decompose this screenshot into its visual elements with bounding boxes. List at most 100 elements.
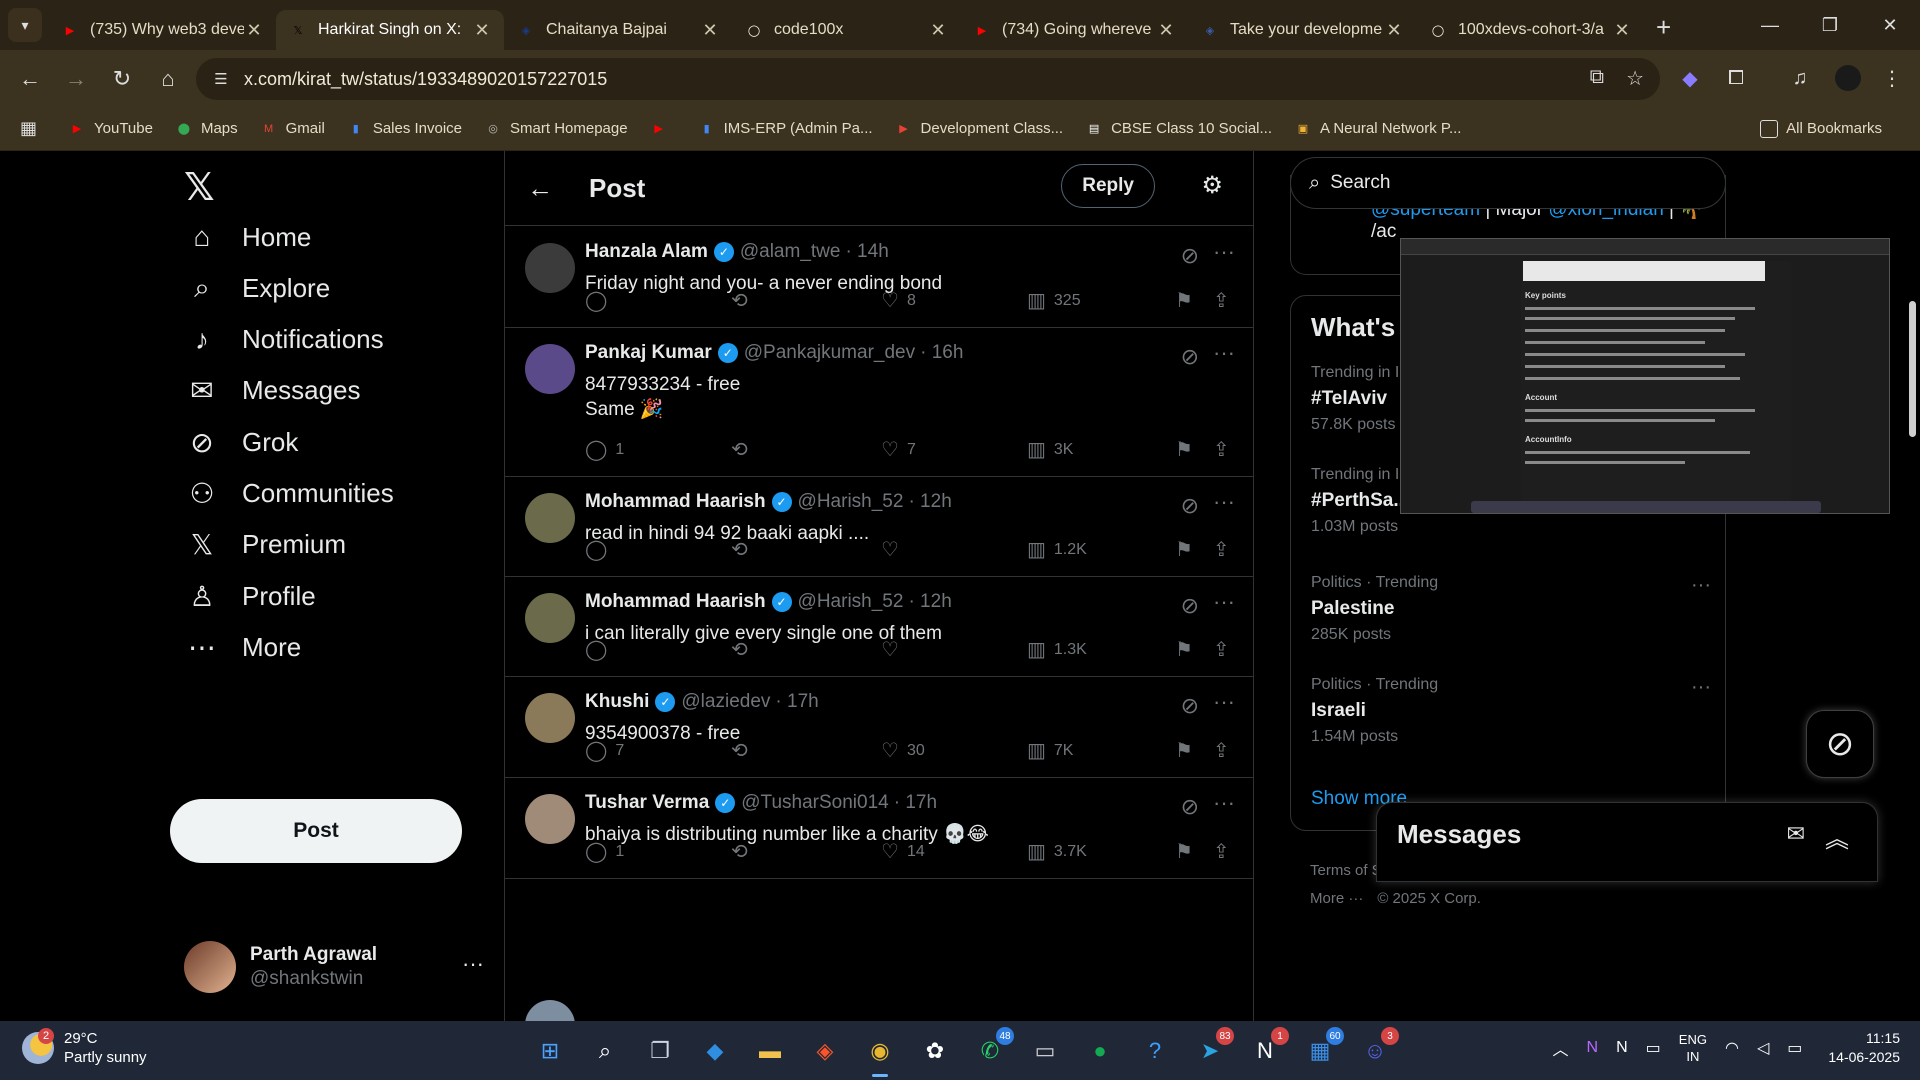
url-text[interactable]: x.com/kirat_tw/status/193348902015722701…: [244, 69, 607, 90]
brave-taskbar-button[interactable]: ◈: [803, 1029, 847, 1073]
extension-icon[interactable]: ◆: [1672, 60, 1708, 96]
more-dots-icon[interactable]: ···: [1213, 689, 1235, 715]
site-info-icon[interactable]: ☰: [206, 70, 236, 88]
reply-button[interactable]: ◯: [585, 537, 615, 562]
taskview-taskbar-button[interactable]: ❐: [638, 1029, 682, 1073]
mongodb-taskbar-button[interactable]: ●: [1078, 1029, 1122, 1073]
scrollbar[interactable]: [1904, 151, 1920, 1021]
table-row[interactable]: Tushar Verma ✓ @TusharSoni014 · 17h ⊘ ··· bhai…: [505, 778, 1253, 879]
views-button[interactable]: ▥ 7K: [1027, 738, 1073, 763]
new-tab-button[interactable]: +: [1656, 12, 1671, 43]
retweet-button[interactable]: ⟲: [731, 839, 756, 864]
reply-button[interactable]: ◯ 7: [585, 738, 624, 763]
x-logo-icon[interactable]: 𝕏: [184, 165, 215, 210]
language-indicator[interactable]: ENG IN: [1679, 1031, 1707, 1065]
minimize-button[interactable]: —: [1740, 0, 1800, 50]
avatar[interactable]: [525, 794, 575, 844]
search-input[interactable]: [1330, 172, 1691, 194]
chevron-up-icon[interactable]: ︿: [1553, 1036, 1569, 1060]
more-dots-icon[interactable]: ···: [1213, 489, 1235, 515]
nav-item-grok[interactable]: ⊘ Grok: [184, 414, 298, 470]
reply-button[interactable]: ◯: [585, 637, 615, 662]
volume-icon[interactable]: ◁: [1757, 1038, 1769, 1058]
address-bar[interactable]: ☰ x.com/kirat_tw/status/1933489020157227…: [196, 58, 1660, 100]
grok-icon[interactable]: ⊘: [1181, 593, 1199, 619]
close-icon[interactable]: ✕: [1156, 20, 1176, 41]
bookmark-star-icon[interactable]: ☆: [1626, 66, 1644, 91]
reply-button[interactable]: Reply: [1061, 164, 1155, 208]
filter-sliders-icon[interactable]: ⚙: [1201, 171, 1223, 200]
onenote-icon[interactable]: N: [1587, 1039, 1599, 1057]
avatar[interactable]: [525, 493, 575, 543]
tweet-time[interactable]: · 17h: [775, 691, 818, 713]
forward-button[interactable]: →: [56, 59, 96, 99]
notion-tray-icon[interactable]: N: [1616, 1039, 1628, 1057]
post-button[interactable]: Post: [170, 799, 462, 863]
retweet-button[interactable]: ⟲: [731, 637, 756, 662]
bookmark-item[interactable]: ▤ CBSE Class 10 Social...: [1085, 120, 1272, 138]
like-button[interactable]: ♡: [881, 637, 907, 662]
trend-item[interactable]: Politics · Trending Israeli 1.54M posts ···: [1311, 676, 1711, 746]
more-dots-icon[interactable]: ···: [462, 951, 484, 977]
new-message-icon[interactable]: ✉: [1787, 821, 1805, 847]
browser-tab[interactable]: ◈ Take your developme ✕: [1188, 10, 1416, 50]
like-button[interactable]: ♡ 7: [881, 437, 916, 462]
maximize-button[interactable]: ❐: [1800, 0, 1860, 50]
tweet-time[interactable]: · 12h: [908, 491, 951, 513]
share-button[interactable]: ⇪: [1213, 288, 1238, 313]
avatar[interactable]: [525, 243, 575, 293]
tweet-handle[interactable]: @TusharSoni014: [741, 792, 888, 814]
apps-grid-icon[interactable]: ▦: [20, 118, 44, 139]
more-dots-icon[interactable]: ···: [1213, 589, 1235, 615]
reload-button[interactable]: ↻: [102, 59, 142, 99]
share-button[interactable]: ⇪: [1213, 437, 1238, 462]
bookmark-item[interactable]: ▶ Development Class...: [895, 120, 1063, 138]
close-icon[interactable]: ✕: [1384, 20, 1404, 41]
tweet-author-name[interactable]: Khushi: [585, 691, 649, 713]
bookmark-item[interactable]: ▶ YouTube: [68, 120, 153, 138]
more-dots-icon[interactable]: ···: [1691, 574, 1711, 597]
all-bookmarks-button[interactable]: All Bookmarks: [1760, 119, 1882, 138]
table-row[interactable]: [505, 988, 1253, 1021]
bookmark-item[interactable]: ▮ IMS-ERP (Admin Pa...: [698, 120, 873, 138]
views-button[interactable]: ▥ 1.3K: [1027, 637, 1087, 662]
nav-item-messages[interactable]: ✉ Messages: [184, 363, 360, 419]
back-button[interactable]: ←: [10, 59, 50, 99]
grok-icon[interactable]: ⊘: [1181, 243, 1199, 269]
chrome-taskbar-button[interactable]: ◉: [858, 1029, 902, 1077]
close-icon[interactable]: ✕: [700, 20, 720, 41]
nav-item-explore[interactable]: ⌕ Explore: [184, 260, 330, 316]
account-switcher[interactable]: Parth Agrawal @shankstwin ···: [184, 937, 484, 997]
profile-avatar-icon[interactable]: [1830, 60, 1866, 96]
close-icon[interactable]: ✕: [244, 20, 264, 41]
avatar[interactable]: [525, 593, 575, 643]
tweet-author-name[interactable]: Tushar Verma: [585, 792, 709, 814]
start-taskbar-button[interactable]: ⊞: [528, 1029, 572, 1073]
tweet-author-name[interactable]: Pankaj Kumar: [585, 342, 712, 364]
more-dots-icon[interactable]: ···: [1691, 676, 1711, 699]
search-box[interactable]: ⌕: [1290, 157, 1726, 209]
avatar[interactable]: [525, 693, 575, 743]
store-taskbar-button[interactable]: ▦ 60: [1298, 1027, 1344, 1073]
views-button[interactable]: ▥ 1.2K: [1027, 537, 1087, 562]
trend-item[interactable]: Politics · Trending Palestine 285K posts ··…: [1311, 574, 1711, 644]
avatar[interactable]: [525, 344, 575, 394]
reply-button[interactable]: ◯ 1: [585, 437, 624, 462]
home-button[interactable]: ⌂: [148, 59, 188, 99]
browser-tab[interactable]: ▶ (734) Going whereve ✕: [960, 10, 1188, 50]
nav-item-more[interactable]: ⋯ More: [184, 619, 301, 675]
grok-icon[interactable]: ⊘: [1181, 693, 1199, 719]
browser-tab[interactable]: ◯ 100xdevs-cohort-3/a ✕: [1416, 10, 1644, 50]
table-row[interactable]: Pankaj Kumar ✓ @Pankajkumar_dev · 16h ⊘ ··· 84…: [505, 328, 1253, 477]
retweet-button[interactable]: ⟲: [731, 288, 756, 313]
share-button[interactable]: ⇪: [1213, 738, 1238, 763]
tweet-handle[interactable]: @laziedev: [681, 691, 770, 713]
whatsapp-taskbar-button[interactable]: ✆ 48: [968, 1027, 1014, 1073]
share-button[interactable]: ⇪: [1213, 839, 1238, 864]
help-taskbar-button[interactable]: ?: [1133, 1029, 1177, 1073]
more-dots-icon[interactable]: ···: [1213, 790, 1235, 816]
clock[interactable]: 11:15 14-06-2025: [1828, 1029, 1900, 1067]
grok-icon[interactable]: ⊘: [1181, 493, 1199, 519]
wifi-icon[interactable]: ◠: [1725, 1038, 1739, 1058]
media-control-icon[interactable]: ♫: [1782, 60, 1818, 96]
